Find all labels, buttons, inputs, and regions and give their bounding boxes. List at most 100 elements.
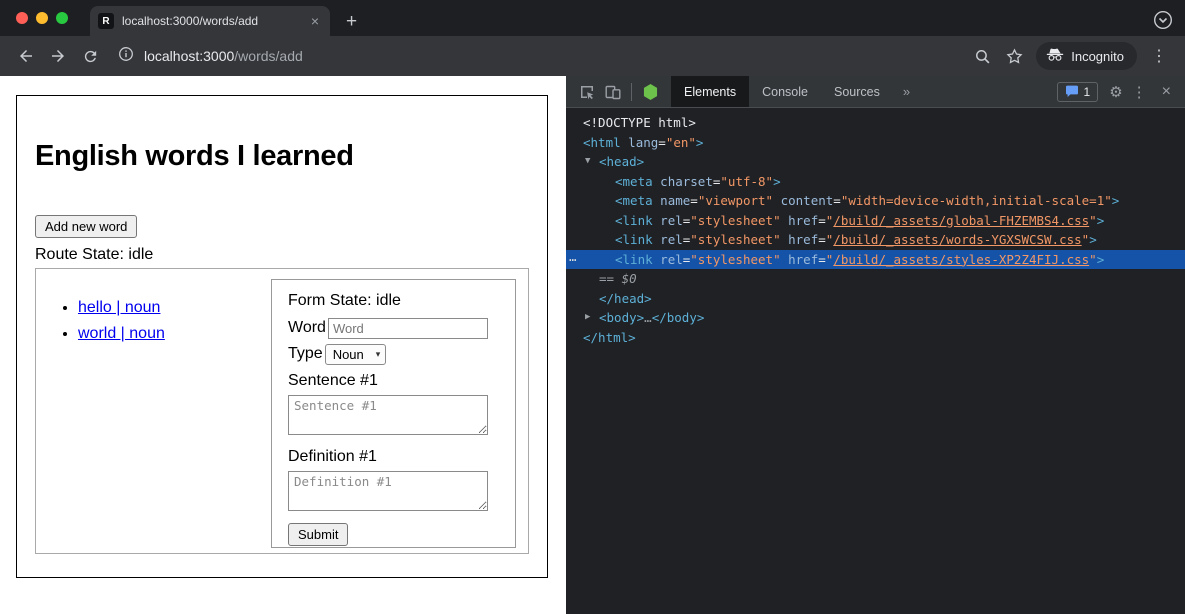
code-token: /build/_assets/styles-XP2Z4FIJ.css <box>833 252 1089 267</box>
list-item: world | noun <box>78 325 271 343</box>
tab-elements[interactable]: Elements <box>671 76 749 107</box>
address-bar[interactable]: localhost:3000/words/add <box>108 46 964 67</box>
definition-textarea[interactable] <box>288 471 488 511</box>
back-icon[interactable] <box>12 42 40 70</box>
code-token: charset <box>653 174 713 189</box>
browser-toolbar: localhost:3000/words/add Incognito ⋮ <box>0 36 1185 76</box>
code-token: <meta <box>615 174 653 189</box>
code-token: = <box>690 193 698 208</box>
more-tabs-icon[interactable]: » <box>893 84 920 99</box>
minimize-window-button[interactable] <box>36 12 48 24</box>
words-list: hello | noun world | noun <box>36 299 271 553</box>
collapse-arrow-icon[interactable]: ▼ <box>585 152 590 172</box>
maximize-window-button[interactable] <box>56 12 68 24</box>
devtools-node[interactable]: <meta charset="utf-8"> <box>566 172 1185 192</box>
type-select[interactable]: Noun ▾ <box>325 344 387 365</box>
submit-button[interactable]: Submit <box>288 523 348 546</box>
devtools-node[interactable]: ▶<body>…</body> <box>566 308 1185 328</box>
chevron-down-icon: ▾ <box>376 349 381 360</box>
toolbar-divider <box>631 83 632 101</box>
devtools-close-icon[interactable]: × <box>1156 83 1177 101</box>
remix-favicon-icon: R <box>98 13 114 29</box>
code-token: "stylesheet" <box>690 232 780 247</box>
device-toolbar-icon[interactable] <box>600 79 626 105</box>
reload-icon[interactable] <box>76 42 104 70</box>
forward-icon[interactable] <box>44 42 72 70</box>
sentence-textarea[interactable] <box>288 395 488 435</box>
devtools-menu-icon[interactable]: ⋮ <box>1126 83 1153 101</box>
browser-menu-icon[interactable]: ⋮ <box>1145 46 1173 66</box>
tab-search-icon[interactable] <box>1153 10 1173 35</box>
incognito-label: Incognito <box>1071 49 1124 64</box>
devtools-node[interactable]: <meta name="viewport" content="width=dev… <box>566 191 1185 211</box>
tab-sources[interactable]: Sources <box>821 76 893 107</box>
devtools-node[interactable]: <link rel="stylesheet" href="/build/_ass… <box>566 211 1185 231</box>
devtools-node[interactable]: ▼ <head> <box>566 152 1185 172</box>
code-token: <body> <box>599 310 644 325</box>
devtools-node[interactable]: == $0 <box>566 269 1185 289</box>
code-token: rel <box>653 252 683 267</box>
code-token: lang <box>621 135 659 150</box>
code-token: "viewport" <box>698 193 773 208</box>
word-label: Word <box>288 319 326 337</box>
close-window-button[interactable] <box>16 12 28 24</box>
word-link-hello[interactable]: hello | noun <box>78 299 160 316</box>
form-state-text: Form State: idle <box>288 292 499 310</box>
issues-button[interactable]: 1 <box>1057 82 1099 102</box>
page-title: English words I learned <box>35 140 529 173</box>
add-new-word-button[interactable]: Add new word <box>35 215 137 238</box>
expand-arrow-icon[interactable]: ▶ <box>585 308 590 328</box>
code-token: $0 <box>622 271 637 286</box>
code-token: content <box>773 193 833 208</box>
devtools-node[interactable]: <!DOCTYPE html> <box>566 113 1185 133</box>
word-field-row: Word <box>288 317 499 339</box>
sentence-label: Sentence #1 <box>288 372 499 390</box>
code-token: == <box>599 271 622 286</box>
settings-gear-icon[interactable]: ⚙ <box>1109 83 1122 101</box>
content-area: English words I learned Add new word Rou… <box>0 76 1185 614</box>
inspect-element-icon[interactable] <box>574 79 600 105</box>
devtools-panel: Elements Console Sources » 1 ⚙ ⋮ × <!DOC… <box>566 76 1185 614</box>
words-panel: hello | noun world | noun Form State: id… <box>35 268 529 554</box>
code-token: "stylesheet" <box>690 252 780 267</box>
word-link-world[interactable]: world | noun <box>78 325 165 342</box>
word-input[interactable] <box>328 318 488 339</box>
devtools-tree: <!DOCTYPE html><html lang="en">▼ <head> <m… <box>566 108 1185 614</box>
tab-close-icon[interactable]: × <box>308 13 322 29</box>
url-text[interactable]: localhost:3000/words/add <box>144 48 303 64</box>
devtools-node[interactable]: <link rel="stylesheet" href="/build/_ass… <box>566 230 1185 250</box>
devtools-node[interactable]: </head> <box>566 289 1185 309</box>
browser-tab[interactable]: R localhost:3000/words/add × <box>90 6 330 36</box>
node-devtools-icon[interactable] <box>637 79 663 105</box>
devtools-node[interactable]: ⋯<link rel="stylesheet" href="/build/_as… <box>566 250 1185 270</box>
code-token: <meta <box>615 193 653 208</box>
window-controls <box>16 12 68 24</box>
issues-count: 1 <box>1084 85 1091 99</box>
code-token: … <box>644 310 652 325</box>
code-token: rel <box>653 232 683 247</box>
tab-title: localhost:3000/words/add <box>122 14 300 28</box>
code-token: > <box>1089 232 1097 247</box>
code-token: > <box>773 174 781 189</box>
code-token: name <box>653 193 691 208</box>
node-menu-icon[interactable]: ⋯ <box>569 250 577 270</box>
code-token: "utf-8" <box>720 174 773 189</box>
code-token: "stylesheet" <box>690 213 780 228</box>
code-token: " <box>1089 252 1097 267</box>
devtools-node[interactable]: <html lang="en"> <box>566 133 1185 153</box>
zoom-icon[interactable] <box>968 42 996 70</box>
site-info-icon[interactable] <box>118 46 134 67</box>
code-token: <link <box>615 213 653 228</box>
bookmark-star-icon[interactable] <box>1000 42 1028 70</box>
new-tab-button[interactable]: + <box>342 12 361 31</box>
add-word-form: Form State: idle Word Type Noun ▾ Senten… <box>271 279 516 548</box>
incognito-icon <box>1046 47 1064 65</box>
devtools-node[interactable]: </html> <box>566 328 1185 348</box>
code-token: <link <box>615 232 653 247</box>
code-token: > <box>696 135 704 150</box>
code-token: > <box>1112 193 1120 208</box>
code-token: = <box>833 193 841 208</box>
tab-console[interactable]: Console <box>749 76 821 107</box>
code-token: <head> <box>599 154 644 169</box>
type-label: Type <box>288 345 323 363</box>
